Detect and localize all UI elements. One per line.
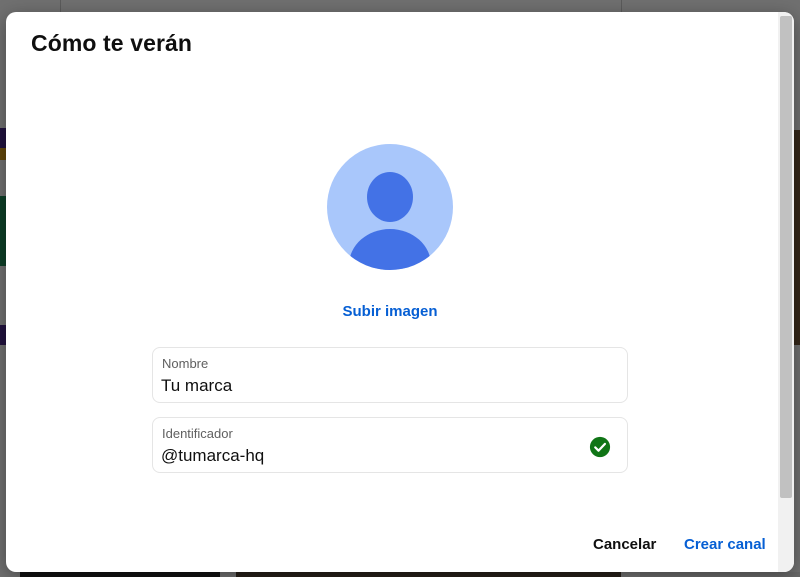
handle-field-label: Identificador [162,426,233,441]
name-field[interactable]: Nombre [152,347,628,403]
dialog-scrollbar[interactable] [778,12,794,572]
handle-field[interactable]: Identificador [152,417,628,473]
upload-image-link[interactable]: Subir imagen [6,303,774,320]
avatar-head-shape [367,172,413,222]
name-input[interactable] [161,376,561,396]
cancel-button[interactable]: Cancelar [585,528,664,562]
dialog-title: Cómo te verán [31,30,193,56]
handle-input[interactable] [161,446,561,466]
check-circle-icon [589,436,611,458]
name-field-label: Nombre [162,356,209,371]
scrollbar-thumb[interactable] [780,16,792,498]
create-channel-button[interactable]: Crear canal [676,528,774,562]
avatar-placeholder[interactable] [327,144,453,270]
avatar-body-shape [349,229,431,270]
create-channel-dialog: Cómo te verán Subir imagen Nombre Identi… [6,12,794,572]
